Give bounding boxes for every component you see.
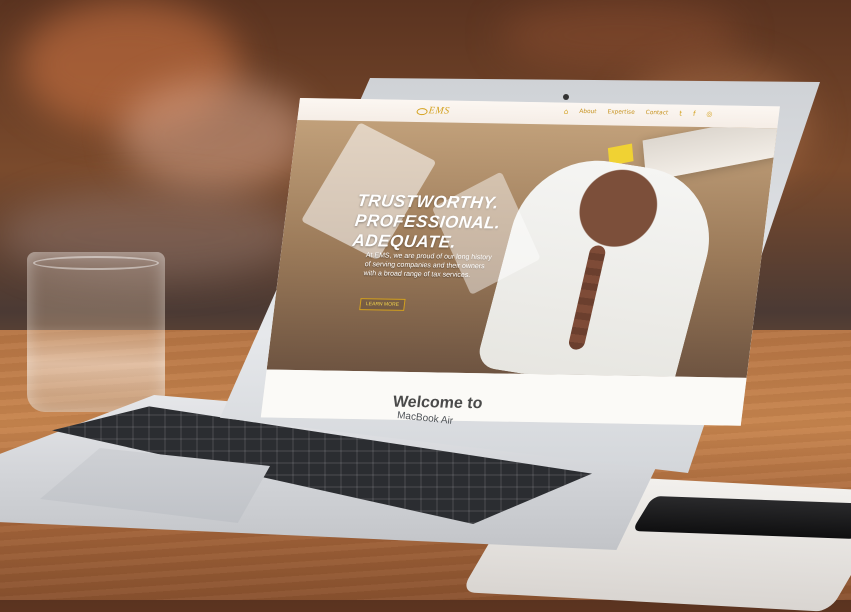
- site-logo[interactable]: EMS: [428, 105, 450, 116]
- camera-icon: [563, 94, 569, 100]
- twitter-icon[interactable]: t: [679, 110, 683, 118]
- water-glass: [27, 252, 165, 412]
- background-bokeh: [500, 0, 740, 70]
- facebook-icon[interactable]: f: [692, 110, 695, 118]
- nav-link-contact[interactable]: Contact: [645, 110, 668, 116]
- hero-title: TRUSTWORTHY. PROFESSIONAL. ADEQUATE.: [351, 191, 504, 253]
- nav-link-about[interactable]: About: [579, 109, 597, 115]
- learn-more-button[interactable]: LEARN MORE: [359, 298, 406, 311]
- instagram-icon[interactable]: ◎: [706, 110, 713, 118]
- hero-title-line: PROFESSIONAL.: [353, 210, 502, 233]
- home-icon[interactable]: ⌂: [563, 108, 568, 116]
- laptop-screen: EMS ⌂ About Expertise Contact t f ◎ TRUS…: [260, 98, 780, 426]
- hero-description: At EMS, we are proud of our long history…: [363, 252, 493, 279]
- hero-title-line: ADEQUATE.: [351, 230, 458, 252]
- nav-links: ⌂ About Expertise Contact t f ◎: [563, 108, 713, 119]
- hero-title-line: TRUSTWORTHY.: [356, 191, 500, 213]
- hero-section: TRUSTWORTHY. PROFESSIONAL. ADEQUATE. At …: [266, 119, 778, 378]
- welcome-section: Welcome to: [260, 369, 747, 426]
- background-bokeh: [120, 80, 310, 190]
- nav-link-expertise[interactable]: Expertise: [607, 109, 635, 115]
